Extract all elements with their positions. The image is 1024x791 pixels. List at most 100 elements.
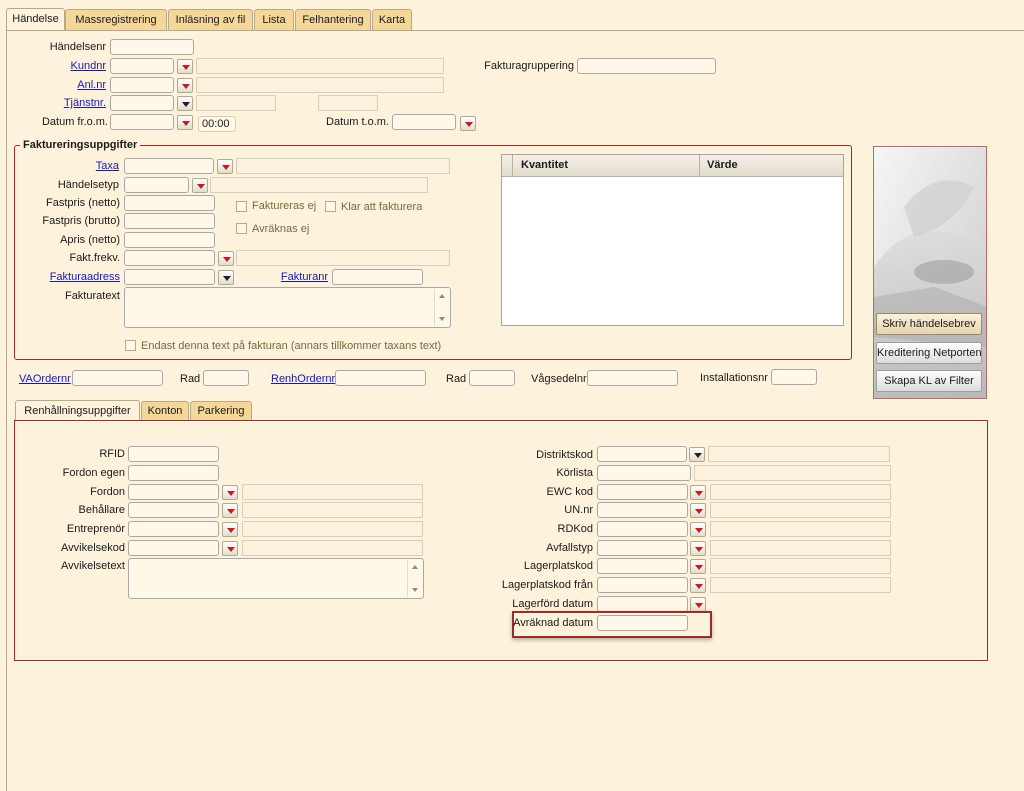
distriktskod-label: Distriktskod xyxy=(536,449,593,461)
korlista-input[interactable] xyxy=(597,465,691,481)
fastpris-netto-input[interactable] xyxy=(124,195,215,211)
lagerplatskod-fran-description-field xyxy=(710,577,891,593)
fordon-input[interactable] xyxy=(128,484,219,500)
faktureras-ej-checkbox[interactable] xyxy=(236,201,247,212)
ewc-kod-dropdown-icon[interactable] xyxy=(690,485,706,500)
anlnr-link[interactable]: Anl.nr xyxy=(20,79,106,91)
taxa-input[interactable] xyxy=(124,158,214,174)
vagsedelnr-input[interactable] xyxy=(587,370,678,386)
apris-netto-input[interactable] xyxy=(124,232,215,248)
fakt-frekv-input[interactable] xyxy=(124,250,215,266)
avvikelsetext-label: Avvikelsetext xyxy=(61,560,125,572)
ewc-kod-input[interactable] xyxy=(597,484,688,500)
lagerplatskod-input[interactable] xyxy=(597,558,688,574)
tab-massregistrering[interactable]: Massregistrering xyxy=(65,9,167,30)
behallare-dropdown-icon[interactable] xyxy=(222,503,238,518)
vaordernr-input[interactable] xyxy=(72,370,163,386)
installationsnr-input[interactable] xyxy=(771,369,817,385)
renhordernr-input[interactable] xyxy=(335,370,426,386)
datum-tom-input[interactable] xyxy=(392,114,456,130)
kundnr-dropdown-icon[interactable] xyxy=(177,59,193,74)
kundnr-input[interactable] xyxy=(110,58,174,74)
fakturatext-textarea[interactable] xyxy=(124,287,451,328)
fakturatext-scrollbar[interactable] xyxy=(434,289,449,326)
entreprenor-input[interactable] xyxy=(128,521,219,537)
vaordernr-link[interactable]: VAOrdernr xyxy=(19,373,71,385)
taxa-link[interactable]: Taxa xyxy=(20,160,119,172)
distriktskod-input[interactable] xyxy=(597,446,687,462)
datum-from-dropdown-icon[interactable] xyxy=(177,115,193,130)
datum-from-time-input[interactable]: 00:00 xyxy=(198,116,236,132)
lagerplatskod-fran-dropdown-icon[interactable] xyxy=(690,578,706,593)
skriv-handelsebrev-button[interactable]: Skriv händelsebrev xyxy=(876,313,982,335)
handelsetyp-dropdown-icon[interactable] xyxy=(192,178,208,193)
avvikelsekod-dropdown-icon[interactable] xyxy=(222,541,238,556)
lagerford-datum-input[interactable] xyxy=(597,596,688,612)
lagerplatskod-description-field xyxy=(710,558,891,574)
fakturanr-input[interactable] xyxy=(332,269,423,285)
handelsenr-label: Händelsenr xyxy=(49,41,106,53)
fastpris-brutto-input[interactable] xyxy=(124,213,215,229)
tab-renhallningsuppgifter[interactable]: Renhållningsuppgifter xyxy=(15,400,140,421)
fordon-egen-input[interactable] xyxy=(128,465,219,481)
avraknas-ej-checkbox[interactable] xyxy=(236,223,247,234)
scroll-up-icon[interactable] xyxy=(439,294,445,298)
tab-karta[interactable]: Karta xyxy=(372,9,412,30)
endast-text-checkbox[interactable] xyxy=(125,340,136,351)
anlnr-input[interactable] xyxy=(110,77,174,93)
tab-lista[interactable]: Lista xyxy=(254,9,294,30)
tab-inlasning-av-fil[interactable]: Inläsning av fil xyxy=(168,9,253,30)
avfallstyp-dropdown-icon[interactable] xyxy=(690,541,706,556)
rfid-input[interactable] xyxy=(128,446,219,462)
handelsetyp-input[interactable] xyxy=(124,177,189,193)
kundnr-link[interactable]: Kundnr xyxy=(20,60,106,72)
tab-konton[interactable]: Konton xyxy=(141,401,189,420)
tab-parkering[interactable]: Parkering xyxy=(190,401,252,420)
rdkod-input[interactable] xyxy=(597,521,688,537)
tab-felhantering[interactable]: Felhantering xyxy=(295,9,371,30)
rad1-input[interactable] xyxy=(203,370,249,386)
avraknad-datum-input[interactable] xyxy=(597,615,688,631)
datum-from-input[interactable] xyxy=(110,114,174,130)
taxa-dropdown-icon[interactable] xyxy=(217,159,233,174)
fakturaadress-input[interactable] xyxy=(124,269,215,285)
tjanstnr-link[interactable]: Tjänstnr. xyxy=(20,97,106,109)
klar-att-fakturera-checkbox[interactable] xyxy=(325,201,336,212)
fakturaadress-link[interactable]: Fakturaadress xyxy=(20,271,120,283)
un-nr-dropdown-icon[interactable] xyxy=(690,503,706,518)
fordon-dropdown-icon[interactable] xyxy=(222,485,238,500)
grid-col-varde[interactable]: Värde xyxy=(707,159,738,171)
grid-col-kvantitet[interactable]: Kvantitet xyxy=(521,159,568,171)
un-nr-input[interactable] xyxy=(597,502,688,518)
renhordernr-link[interactable]: RenhOrdernr xyxy=(271,373,335,385)
rad2-input[interactable] xyxy=(469,370,515,386)
korlista-description-field xyxy=(694,465,891,481)
scroll-down-icon[interactable] xyxy=(412,588,418,592)
rdkod-dropdown-icon[interactable] xyxy=(690,522,706,537)
datum-tom-dropdown-icon[interactable] xyxy=(460,116,476,131)
fakturaadress-dropdown-icon[interactable] xyxy=(218,270,234,285)
fakturagruppering-input[interactable] xyxy=(577,58,716,74)
avvikelsekod-input[interactable] xyxy=(128,540,219,556)
skapa-kl-av-filter-button[interactable]: Skapa KL av Filter xyxy=(876,370,982,392)
distriktskod-dropdown-icon[interactable] xyxy=(689,447,705,462)
scroll-down-icon[interactable] xyxy=(439,317,445,321)
lagerplatskod-dropdown-icon[interactable] xyxy=(690,559,706,574)
avvikelsetext-scrollbar[interactable] xyxy=(407,560,422,597)
entreprenor-dropdown-icon[interactable] xyxy=(222,522,238,537)
tab-handelse[interactable]: Händelse xyxy=(6,8,65,31)
avfallstyp-input[interactable] xyxy=(597,540,688,556)
kreditering-netporten-button[interactable]: Kreditering Netporten xyxy=(876,342,982,364)
lagerplatskod-fran-input[interactable] xyxy=(597,577,688,593)
fakturanr-link[interactable]: Fakturanr xyxy=(270,271,328,283)
avvikelsetext-textarea[interactable] xyxy=(128,558,424,599)
quantity-value-grid[interactable]: Kvantitet Värde xyxy=(501,154,844,326)
tjanstnr-input[interactable] xyxy=(110,95,174,111)
anlnr-dropdown-icon[interactable] xyxy=(177,78,193,93)
fakt-frekv-dropdown-icon[interactable] xyxy=(218,251,234,266)
handelsenr-input[interactable] xyxy=(110,39,194,55)
scroll-up-icon[interactable] xyxy=(412,565,418,569)
lagerford-datum-dropdown-icon[interactable] xyxy=(690,597,706,612)
tjanstnr-dropdown-icon[interactable] xyxy=(177,96,193,111)
behallare-input[interactable] xyxy=(128,502,219,518)
